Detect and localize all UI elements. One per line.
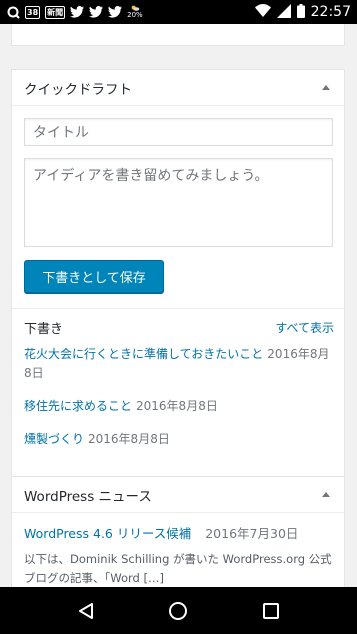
weather-percent: 20% xyxy=(127,11,143,19)
twitter-icon xyxy=(70,5,85,19)
quick-draft-header[interactable]: クイックドラフト xyxy=(12,70,344,106)
collapse-arrow-icon[interactable] xyxy=(322,492,330,497)
q-icon xyxy=(6,5,20,19)
view-all-drafts-link[interactable]: すべて表示 xyxy=(275,319,334,336)
news-icon: 新聞 xyxy=(45,5,66,19)
quick-draft-widget: クイックドラフト タイトル アイディアを書き留めてみましょう。 下書きとして保存… xyxy=(11,69,345,478)
wordpress-news-widget: WordPress ニュース WordPress 4.6 リリース候補 2016年… xyxy=(11,476,345,587)
draft-content-placeholder: アイディアを書き留めてみましょう。 xyxy=(33,168,269,184)
home-button[interactable] xyxy=(158,591,198,631)
weather-icon: 20% xyxy=(127,5,143,19)
news-title: WordPress ニュース xyxy=(24,488,152,505)
news-header[interactable]: WordPress ニュース xyxy=(12,477,344,513)
draft-date: 2016年8月8日 xyxy=(88,432,170,446)
draft-title-input[interactable]: タイトル xyxy=(24,118,333,146)
back-button[interactable] xyxy=(66,591,106,631)
collapse-arrow-icon[interactable] xyxy=(322,85,330,90)
back-triangle-icon xyxy=(79,602,94,619)
news-excerpt: 以下は、Dominik Schilling が書いた WordPress.org… xyxy=(24,552,332,585)
news-link[interactable]: WordPress 4.6 リリース候補 xyxy=(24,526,191,541)
battery-icon xyxy=(296,3,305,21)
previous-widget-bottom xyxy=(11,24,345,46)
draft-link[interactable]: 花火大会に行くときに準備しておきたいこと xyxy=(24,347,263,361)
clock: 22:57 xyxy=(310,4,351,20)
list-item: 花火大会に行くときに準備しておきたいこと 2016年8月8日 xyxy=(24,345,334,383)
save-draft-button[interactable]: 下書きとして保存 xyxy=(24,260,164,293)
list-item: 移住先に求めること 2016年8月8日 xyxy=(24,397,334,416)
recents-square-icon xyxy=(262,602,279,619)
news-item: WordPress 4.6 リリース候補 2016年7月30日 以下は、Domin… xyxy=(24,525,334,587)
quick-draft-title: クイックドラフト xyxy=(24,81,132,98)
divider xyxy=(12,308,344,309)
draft-link[interactable]: 移住先に求めること xyxy=(24,399,132,413)
drafts-heading: 下書き xyxy=(24,322,64,337)
news-date: 2016年7月30日 xyxy=(205,526,299,541)
wifi-icon xyxy=(254,4,271,20)
draft-title-placeholder: タイトル xyxy=(33,125,89,141)
recents-button[interactable] xyxy=(251,591,291,631)
twitter-icon xyxy=(108,5,123,19)
twitter-icon xyxy=(89,5,104,19)
list-item: 燻製づくり 2016年8月8日 xyxy=(24,430,334,449)
drafts-heading-row: 下書き すべて表示 xyxy=(24,318,334,337)
status-bar: 38 新聞 20% 22:57 xyxy=(0,0,357,24)
calendar-icon: 38 xyxy=(25,5,41,19)
drafts-list: 花火大会に行くときに準備しておきたいこと 2016年8月8日 移住先に求めること 2… xyxy=(24,345,334,463)
home-circle-icon xyxy=(169,601,188,620)
dashboard-content[interactable]: クイックドラフト タイトル アイディアを書き留めてみましょう。 下書きとして保存… xyxy=(0,24,357,587)
draft-link[interactable]: 燻製づくり xyxy=(24,432,84,446)
cellular-signal-icon xyxy=(276,3,291,21)
draft-date: 2016年8月8日 xyxy=(136,399,218,413)
draft-content-textarea[interactable]: アイディアを書き留めてみましょう。 xyxy=(24,158,333,247)
navigation-bar xyxy=(0,587,357,634)
